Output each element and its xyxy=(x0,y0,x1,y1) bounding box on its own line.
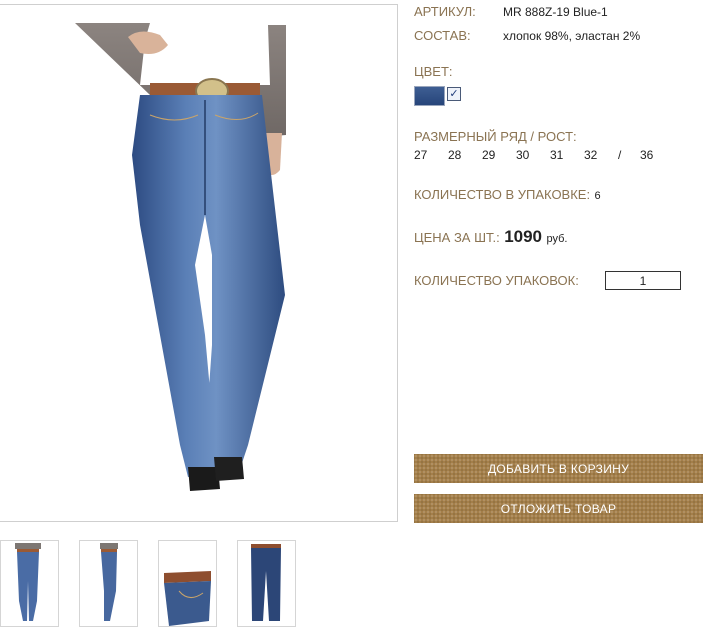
thumbnail-side-view[interactable] xyxy=(79,540,138,627)
size-item: 30 xyxy=(516,148,530,162)
pack-quantity-value: 6 xyxy=(594,190,601,202)
sku-value: MR 888Z-19 Blue-1 xyxy=(503,5,608,19)
size-item: 36 xyxy=(640,148,654,162)
composition-value: хлопок 98%, эластан 2% xyxy=(503,29,641,43)
postpone-button[interactable]: ОТЛОЖИТЬ ТОВАР xyxy=(414,494,703,523)
pack-quantity: КОЛИЧЕСТВО В УПАКОВКЕ: 6 xyxy=(414,186,601,204)
color-swatch-blue[interactable] xyxy=(414,86,445,106)
thumbnail-front-view[interactable] xyxy=(0,540,59,627)
price-currency: руб. xyxy=(546,233,568,245)
thumbnail-front-image xyxy=(15,543,41,621)
main-product-image[interactable] xyxy=(0,4,398,522)
thumbnail-flat-image xyxy=(251,544,281,621)
add-to-cart-button[interactable]: ДОБАВИТЬ В КОРЗИНУ xyxy=(414,454,703,483)
jeans-model-photo xyxy=(75,23,286,491)
price: ЦЕНА ЗА ШТ.: 1090 руб. xyxy=(414,227,567,247)
price-label: ЦЕНА ЗА ШТ.: xyxy=(414,230,500,245)
sku-label: АРТИКУЛ: xyxy=(414,4,476,19)
size-item: 31 xyxy=(550,148,564,162)
packs-label: КОЛИЧЕСТВО УПАКОВОК: xyxy=(414,273,579,288)
thumbnail-waistband-image xyxy=(164,571,211,626)
packs-quantity-input[interactable] xyxy=(605,271,681,290)
color-label: ЦВЕТ: xyxy=(414,64,453,79)
thumbnail-side-image xyxy=(100,543,118,621)
composition-label: СОСТАВ: xyxy=(414,28,471,43)
price-value: 1090 xyxy=(504,227,543,246)
size-separator: / xyxy=(618,148,622,162)
thumbnail-flat-lay[interactable] xyxy=(237,540,296,627)
color-checkbox[interactable]: ✓ xyxy=(447,87,461,101)
size-item: 32 xyxy=(584,148,598,162)
size-item: 29 xyxy=(482,148,496,162)
sizes-label: РАЗМЕРНЫЙ РЯД / РОСТ: xyxy=(414,129,577,144)
size-item: 27 xyxy=(414,148,428,162)
thumbnail-waistband-detail[interactable] xyxy=(158,540,217,627)
pack-quantity-label: КОЛИЧЕСТВО В УПАКОВКЕ: xyxy=(414,187,591,202)
size-item: 28 xyxy=(448,148,462,162)
